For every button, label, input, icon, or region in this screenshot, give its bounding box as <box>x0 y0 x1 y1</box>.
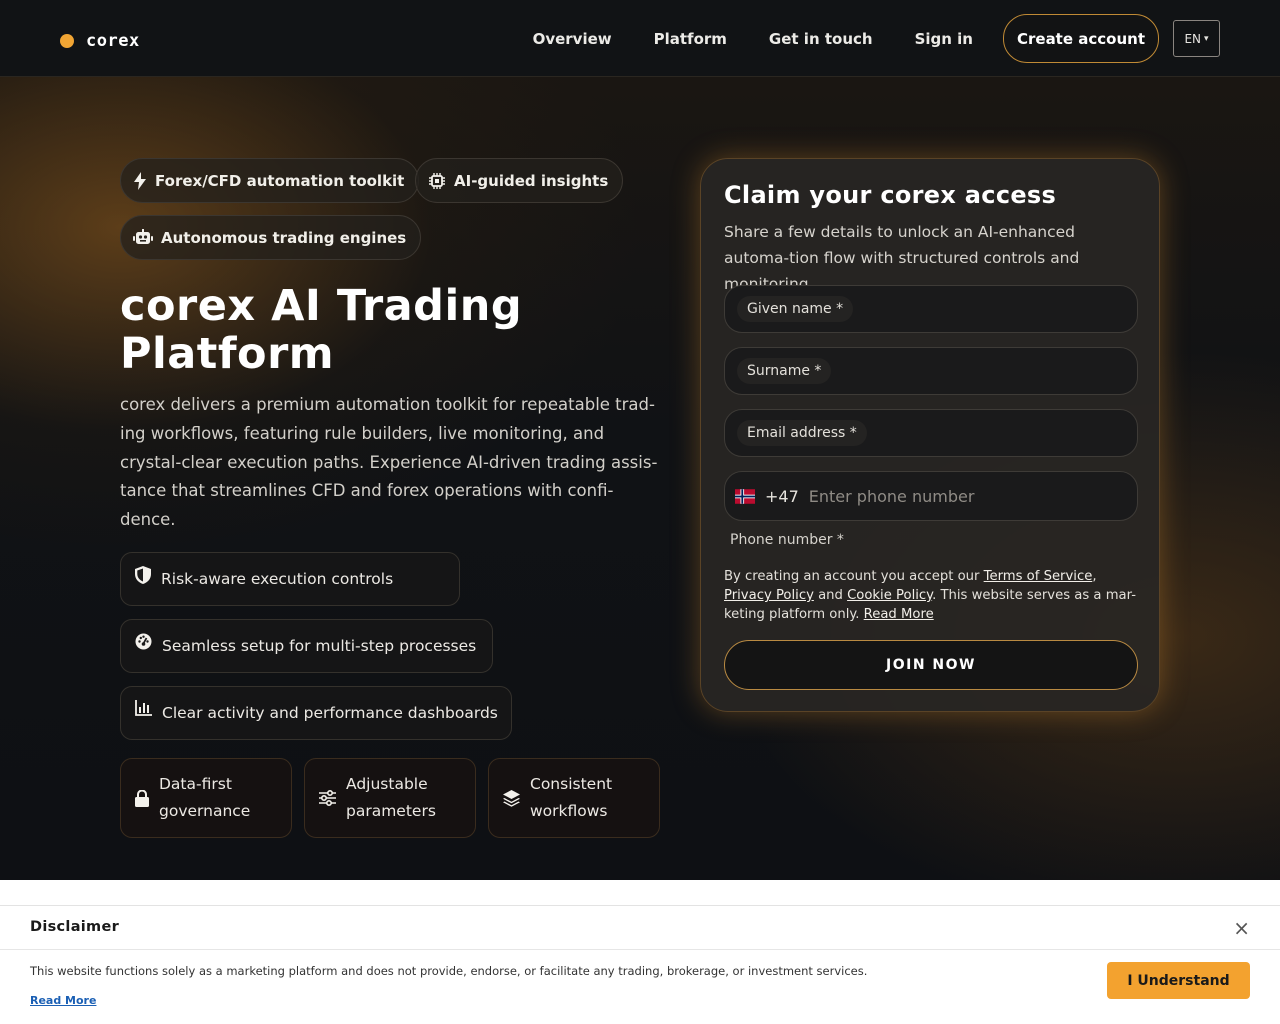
hero-description: corex delivers a premium automation tool… <box>120 395 658 530</box>
feature-seamless-setup: Seamless setup for multi-step processes <box>120 619 493 673</box>
feature-label: Seamless setup for multi-step processes <box>162 637 477 655</box>
email-field[interactable]: Email address * <box>724 409 1138 457</box>
layers-icon <box>503 789 520 807</box>
understand-button[interactable]: I Understand <box>1107 962 1250 999</box>
pill-automation-toolkit: Forex/CFD automation toolkit <box>120 158 420 203</box>
pill-autonomous-engines: Autonomous trading engines <box>120 215 422 260</box>
sliders-icon <box>319 790 336 806</box>
disclaimer-read-more-link[interactable]: Read More <box>30 994 96 1007</box>
nav-platform[interactable]: Platform <box>654 15 727 63</box>
phone-field: +47 <box>724 471 1138 521</box>
logo[interactable]: corex <box>60 31 140 51</box>
nav-overview[interactable]: Overview <box>533 15 612 63</box>
cookie-policy-link[interactable]: Cookie Policy <box>847 588 932 603</box>
surname-label: Surname * <box>737 358 832 384</box>
mini-feature-line1: Data-first <box>159 775 232 793</box>
gauge-icon <box>135 633 152 650</box>
close-icon[interactable]: × <box>1233 918 1250 938</box>
mini-feature-line2: governance <box>159 802 251 820</box>
mini-feature-text: Data-first governance <box>159 771 250 825</box>
mini-feature-line2: parameters <box>346 802 436 820</box>
signup-card: Claim your corex access Share a few deta… <box>700 158 1160 712</box>
terms-separator: , <box>1092 569 1097 584</box>
robot-icon <box>133 228 153 244</box>
terms-read-more-link[interactable]: Read More <box>864 607 934 622</box>
mini-feature-text: Adjustable parameters <box>346 771 436 825</box>
mini-feature-parameters: Adjustable parameters <box>304 758 476 838</box>
mini-feature-line1: Adjustable <box>346 775 428 793</box>
nav-sign-in[interactable]: Sign in <box>915 15 973 63</box>
nav-get-in-touch[interactable]: Get in touch <box>769 15 873 63</box>
terms-and: and <box>813 588 848 603</box>
norway-flag-icon[interactable] <box>735 488 755 504</box>
bolt-icon <box>134 171 146 190</box>
terms-prefix: By creating an account you accept our <box>724 569 984 584</box>
bar-chart-icon <box>135 700 152 716</box>
pill-label: Autonomous trading engines <box>161 228 407 247</box>
phone-input[interactable] <box>808 486 1129 506</box>
terms-of-service-link[interactable]: Terms of Service <box>984 569 1093 584</box>
disclaimer-banner: Disclaimer × This website functions sole… <box>0 905 1280 1024</box>
mini-feature-workflows: Consistent workflows <box>488 758 660 838</box>
language-label: EN <box>1184 31 1202 46</box>
mini-feature-line1: Consistent <box>530 775 613 793</box>
disclaimer-divider <box>0 949 1280 950</box>
pill-ai-insights: AI-guided insights <box>415 158 624 203</box>
page-light-band <box>0 880 1280 905</box>
mini-feature-text: Consistent workflows <box>530 771 612 825</box>
dial-code: +47 <box>765 486 799 506</box>
given-name-field[interactable]: Given name * <box>724 285 1138 333</box>
feature-risk-controls: Risk-aware execution controls <box>120 552 460 606</box>
logo-dot-icon <box>60 34 74 48</box>
disclaimer-text: This website functions solely as a marke… <box>30 964 868 978</box>
mini-feature-line2: workflows <box>530 802 608 820</box>
signup-title: Claim your corex access <box>724 181 1057 209</box>
mini-feature-governance: Data-first governance <box>120 758 292 838</box>
disclaimer-title: Disclaimer <box>30 919 120 935</box>
feature-label: Risk-aware execution controls <box>161 570 394 588</box>
phone-label: Phone number * <box>730 532 844 548</box>
logo-text: corex <box>86 31 140 51</box>
join-now-button[interactable]: JOIN NOW <box>724 640 1138 690</box>
shield-icon <box>135 566 151 584</box>
pill-label: AI-guided insights <box>454 171 609 190</box>
language-selector[interactable]: EN ▾ <box>1173 20 1220 57</box>
lock-icon <box>135 789 149 807</box>
hero-title-line2: Platform <box>120 329 335 379</box>
site-header: corex Overview Platform Get in touch Sig… <box>0 0 1280 77</box>
given-name-label: Given name * <box>737 296 854 322</box>
surname-field[interactable]: Surname * <box>724 347 1138 395</box>
pill-label: Forex/CFD automation toolkit <box>155 171 405 190</box>
feature-dashboards: Clear activity and performance dashboard… <box>120 686 512 740</box>
terms-text: By creating an account you accept our Te… <box>724 567 1138 624</box>
email-label: Email address * <box>737 420 867 446</box>
hero-title: corex AI Trading Platform <box>120 282 680 378</box>
feature-label: Clear activity and performance dashboard… <box>162 704 498 722</box>
privacy-policy-link[interactable]: Privacy Policy <box>724 588 814 603</box>
hero-section: Forex/CFD automation toolkit AI-guided i… <box>0 77 1280 880</box>
caret-down-icon: ▾ <box>1204 33 1209 44</box>
create-account-button[interactable]: Create account <box>1002 14 1159 63</box>
hero-title-line1: corex AI Trading <box>120 281 523 331</box>
main-nav: Overview Platform Get in touch Sign in C… <box>533 14 1220 63</box>
chip-icon <box>429 172 445 189</box>
